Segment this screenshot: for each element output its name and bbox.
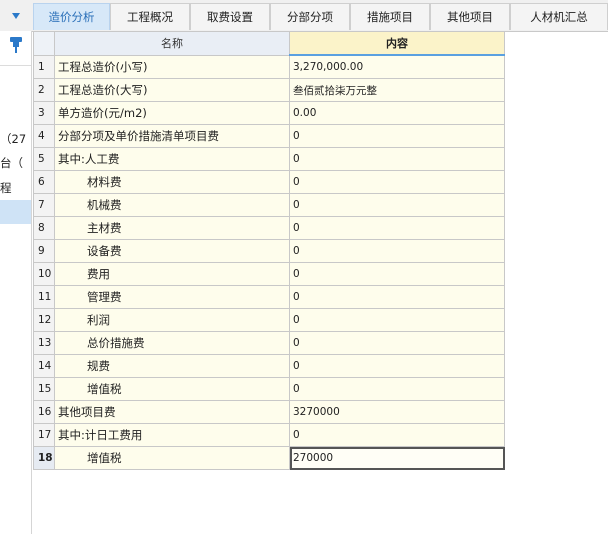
tab-other-items[interactable]: 其他项目 <box>430 3 510 30</box>
row-index[interactable]: 18 <box>33 446 55 470</box>
tab-project-overview[interactable]: 工程概况 <box>110 3 190 30</box>
table-row[interactable]: 11 管理费 0 <box>33 285 505 309</box>
row-content-cell[interactable]: 0 <box>289 354 505 378</box>
row-index[interactable]: 13 <box>33 331 55 355</box>
row-content-cell[interactable]: 0 <box>289 423 505 447</box>
row-content-cell[interactable]: 0 <box>289 124 505 148</box>
cost-analysis-grid: 名称 内容 1 工程总造价(小写) 3,270,000.00 2 工程总造价(大写) 叁佰… <box>33 31 505 470</box>
row-content-cell[interactable]: 0 <box>289 239 505 263</box>
grid-header-row: 名称 内容 <box>33 31 505 56</box>
row-content-cell[interactable]: 0 <box>289 262 505 286</box>
row-name-cell[interactable]: 其中:人工费 <box>54 147 290 171</box>
row-name-cell[interactable]: 设备费 <box>54 239 290 263</box>
tree-item-label[interactable]: 程 <box>0 180 12 196</box>
row-name-cell[interactable]: 主材费 <box>54 216 290 240</box>
row-name-cell[interactable]: 工程总造价(大写) <box>54 78 290 102</box>
row-content-cell[interactable]: 0 <box>289 377 505 401</box>
table-row[interactable]: 13 总价措施费 0 <box>33 331 505 355</box>
pin-icon[interactable] <box>9 37 23 53</box>
table-row[interactable]: 18 增值税 270000 <box>33 446 505 470</box>
row-index[interactable]: 2 <box>33 78 55 102</box>
tree-item-label[interactable]: （27 <box>0 131 26 147</box>
grid-header-index <box>33 31 55 56</box>
row-name-cell[interactable]: 费用 <box>54 262 290 286</box>
tree-selected-item[interactable] <box>0 200 31 224</box>
table-row[interactable]: 4 分部分项及单价措施清单项目费 0 <box>33 124 505 148</box>
table-row[interactable]: 1 工程总造价(小写) 3,270,000.00 <box>33 54 505 79</box>
panel-dropdown-button[interactable] <box>0 0 31 31</box>
row-index[interactable]: 1 <box>33 54 55 79</box>
row-index[interactable]: 9 <box>33 239 55 263</box>
row-name-cell[interactable]: 单方造价(元/m2) <box>54 101 290 125</box>
grid-header-name[interactable]: 名称 <box>54 31 290 56</box>
row-content-cell[interactable]: 0 <box>289 147 505 171</box>
row-content-cell[interactable]: 270000 <box>289 446 505 470</box>
tab-cost-analysis[interactable]: 造价分析 <box>33 3 110 30</box>
row-index[interactable]: 3 <box>33 101 55 125</box>
tab-fee-settings[interactable]: 取费设置 <box>190 3 270 30</box>
table-row[interactable]: 12 利润 0 <box>33 308 505 332</box>
table-row[interactable]: 14 规费 0 <box>33 354 505 378</box>
row-name-cell[interactable]: 增值税 <box>54 446 290 470</box>
row-name-cell[interactable]: 其中:计日工费用 <box>54 423 290 447</box>
row-content-cell[interactable]: 0 <box>289 331 505 355</box>
table-row[interactable]: 7 机械费 0 <box>33 193 505 217</box>
row-content-cell[interactable]: 0 <box>289 193 505 217</box>
row-index[interactable]: 15 <box>33 377 55 401</box>
row-index[interactable]: 6 <box>33 170 55 194</box>
row-name-cell[interactable]: 机械费 <box>54 193 290 217</box>
row-index[interactable]: 12 <box>33 308 55 332</box>
row-content-cell[interactable]: 叁佰贰拾柒万元整 <box>289 78 505 102</box>
tab-measure-items[interactable]: 措施项目 <box>350 3 430 30</box>
row-index[interactable]: 10 <box>33 262 55 286</box>
row-content-cell[interactable]: 0.00 <box>289 101 505 125</box>
row-index[interactable]: 4 <box>33 124 55 148</box>
row-content-cell[interactable]: 0 <box>289 216 505 240</box>
row-index[interactable]: 16 <box>33 400 55 424</box>
row-index[interactable]: 8 <box>33 216 55 240</box>
row-name-cell[interactable]: 材料费 <box>54 170 290 194</box>
row-content-cell[interactable]: 3270000 <box>289 400 505 424</box>
table-row[interactable]: 10 费用 0 <box>33 262 505 286</box>
table-row[interactable]: 6 材料费 0 <box>33 170 505 194</box>
tree-item-label[interactable]: 台（ <box>0 155 23 171</box>
row-index[interactable]: 7 <box>33 193 55 217</box>
triangle-down-icon <box>11 12 20 19</box>
row-name-cell[interactable]: 利润 <box>54 308 290 332</box>
table-row[interactable]: 3 单方造价(元/m2) 0.00 <box>33 101 505 125</box>
tab-labor-material-summary[interactable]: 人材机汇总 <box>510 3 608 30</box>
panel-divider <box>0 65 31 66</box>
row-content-cell[interactable]: 0 <box>289 170 505 194</box>
table-row[interactable]: 2 工程总造价(大写) 叁佰贰拾柒万元整 <box>33 78 505 102</box>
row-content-cell[interactable]: 3,270,000.00 <box>289 54 505 79</box>
row-content-cell[interactable]: 0 <box>289 285 505 309</box>
row-name-cell[interactable]: 规费 <box>54 354 290 378</box>
tab-bar: 造价分析 工程概况 取费设置 分部分项 措施项目 其他项目 人材机汇总 <box>0 0 608 32</box>
row-index[interactable]: 17 <box>33 423 55 447</box>
grid-header-content[interactable]: 内容 <box>289 31 505 56</box>
row-index[interactable]: 14 <box>33 354 55 378</box>
row-index[interactable]: 5 <box>33 147 55 171</box>
row-index[interactable]: 11 <box>33 285 55 309</box>
row-name-cell[interactable]: 其他项目费 <box>54 400 290 424</box>
row-content-cell[interactable]: 0 <box>289 308 505 332</box>
left-tree-panel: （27 台（ 程 <box>0 31 32 534</box>
row-name-cell[interactable]: 增值税 <box>54 377 290 401</box>
row-name-cell[interactable]: 分部分项及单价措施清单项目费 <box>54 124 290 148</box>
row-name-cell[interactable]: 管理费 <box>54 285 290 309</box>
table-row[interactable]: 8 主材费 0 <box>33 216 505 240</box>
table-row[interactable]: 5 其中:人工费 0 <box>33 147 505 171</box>
table-row[interactable]: 9 设备费 0 <box>33 239 505 263</box>
table-row[interactable]: 16 其他项目费 3270000 <box>33 400 505 424</box>
row-name-cell[interactable]: 工程总造价(小写) <box>54 54 290 79</box>
tab-sub-items[interactable]: 分部分项 <box>270 3 350 30</box>
row-name-cell[interactable]: 总价措施费 <box>54 331 290 355</box>
table-row[interactable]: 17 其中:计日工费用 0 <box>33 423 505 447</box>
table-row[interactable]: 15 增值税 0 <box>33 377 505 401</box>
